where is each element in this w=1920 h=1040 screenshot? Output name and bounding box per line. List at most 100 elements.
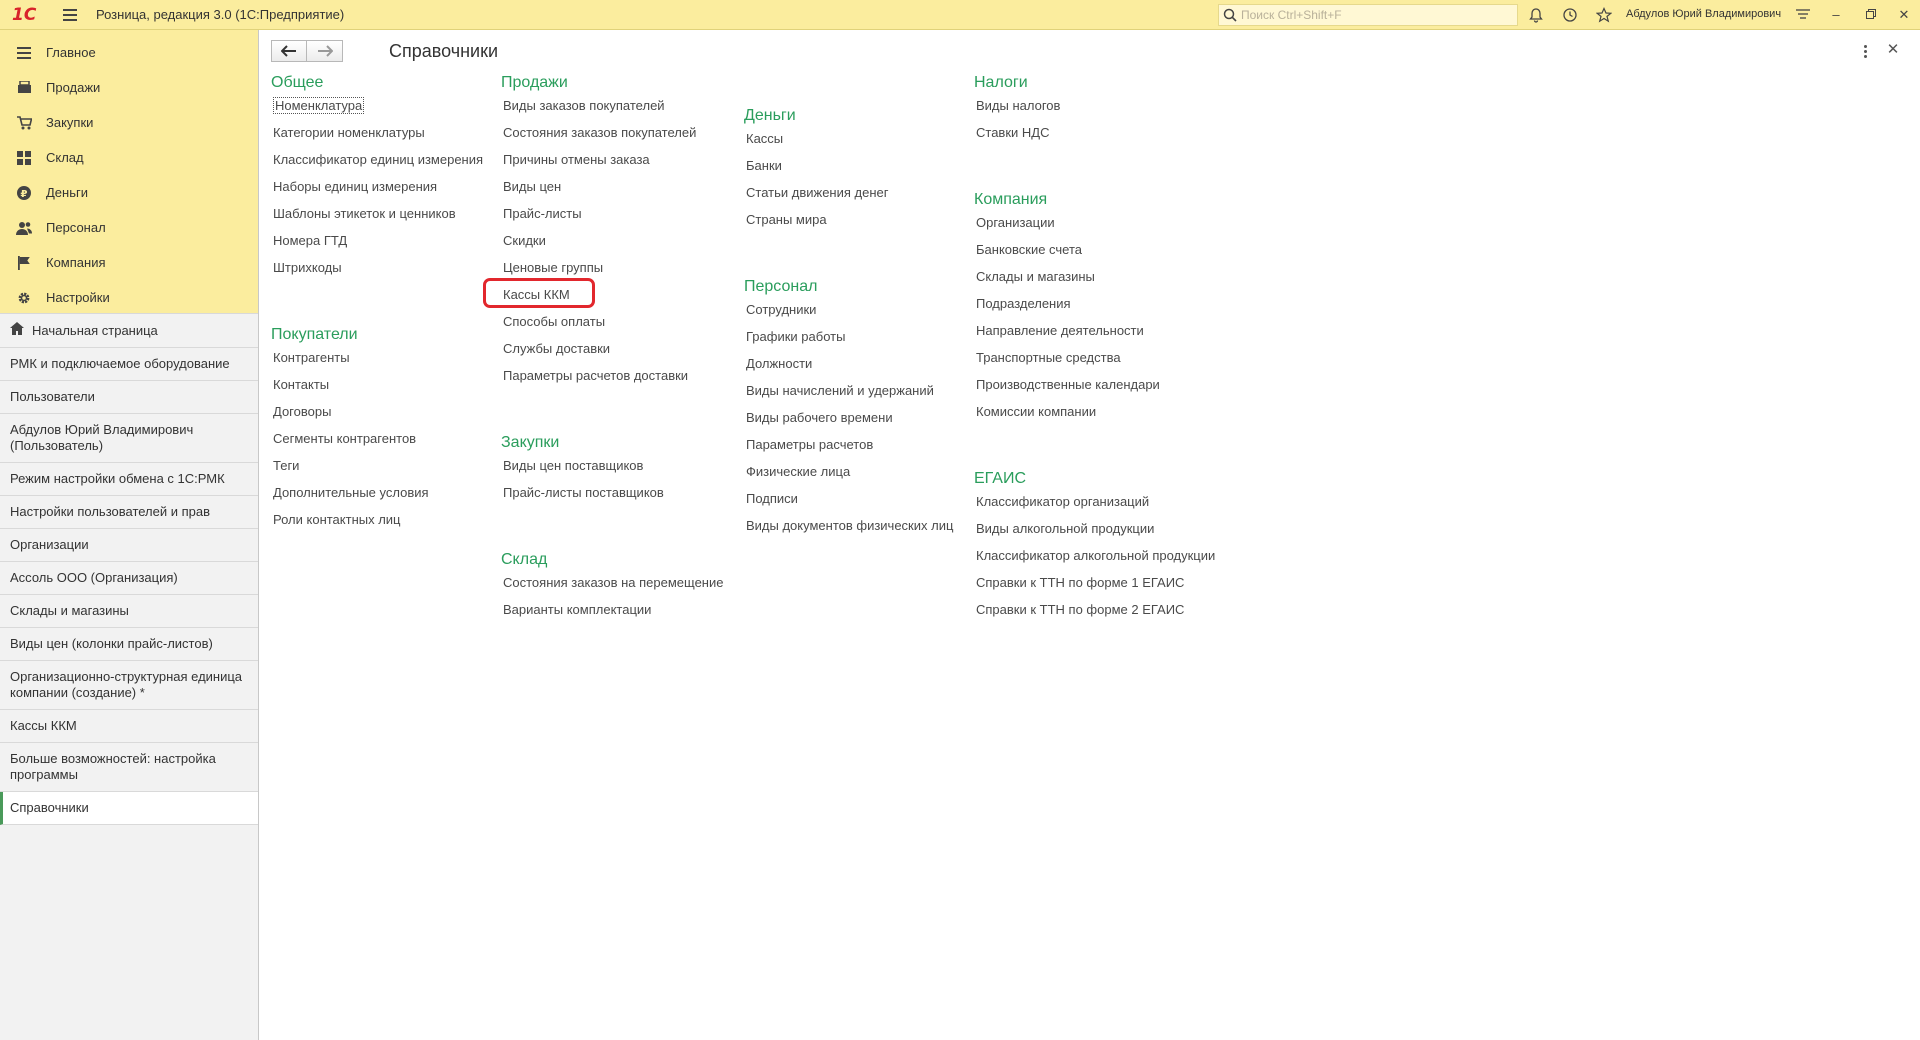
open-window-item[interactable]: Режим настройки обмена с 1С:РМК: [0, 463, 258, 496]
link-item[interactable]: Комиссии компании: [974, 401, 1160, 428]
link-item[interactable]: Кассы: [744, 128, 888, 155]
link-item[interactable]: Штрихкоды: [271, 257, 483, 284]
link-item[interactable]: Сегменты контрагентов: [271, 428, 429, 455]
link-item[interactable]: Теги: [271, 455, 429, 482]
link-item[interactable]: Транспортные средства: [974, 347, 1160, 374]
open-window-item[interactable]: Пользователи: [0, 381, 258, 414]
section-purchases[interactable]: Закупки: [0, 105, 258, 140]
link-item[interactable]: Состояния заказов покупателей: [501, 122, 696, 149]
section-staff[interactable]: Персонал: [0, 210, 258, 245]
link-item[interactable]: Категории номенклатуры: [271, 122, 483, 149]
minimize-window-icon[interactable]: –: [1826, 5, 1846, 25]
link-item[interactable]: Физические лица: [744, 461, 953, 488]
link-item[interactable]: Причины отмены заказа: [501, 149, 696, 176]
section-sales[interactable]: Продажи: [0, 70, 258, 105]
open-window-item[interactable]: Организационно-структурная единица компа…: [0, 661, 258, 710]
open-window-item[interactable]: Настройки пользователей и прав: [0, 496, 258, 529]
link-item[interactable]: Справки к ТТН по форме 1 ЕГАИС: [974, 572, 1215, 599]
link-item[interactable]: Организации: [974, 212, 1160, 239]
link-item[interactable]: Номера ГТД: [271, 230, 483, 257]
group-company: Компания Организации Банковские счета Ск…: [974, 190, 1160, 428]
link-item[interactable]: Роли контактных лиц: [271, 509, 429, 536]
link-item[interactable]: Ценовые группы: [501, 257, 696, 284]
link-item[interactable]: Виды рабочего времени: [744, 407, 953, 434]
link-item[interactable]: Наборы единиц измерения: [271, 176, 483, 203]
link-item[interactable]: Виды документов физических лиц: [744, 515, 953, 542]
link-item[interactable]: Классификатор организаций: [974, 491, 1215, 518]
history-icon[interactable]: [1561, 6, 1579, 24]
link-item[interactable]: Дополнительные условия: [271, 482, 429, 509]
link-item[interactable]: Службы доставки: [501, 338, 696, 365]
link-item[interactable]: Виды алкогольной продукции: [974, 518, 1215, 545]
link-item[interactable]: Подписи: [744, 488, 953, 515]
more-actions-icon[interactable]: [1858, 42, 1872, 60]
link-item[interactable]: Ставки НДС: [974, 122, 1060, 149]
link-item[interactable]: Направление деятельности: [974, 320, 1160, 347]
link-item[interactable]: Контрагенты: [271, 347, 429, 374]
open-window-item[interactable]: Больше возможностей: настройка программы: [0, 743, 258, 792]
group-title: Покупатели: [271, 326, 358, 343]
link-item[interactable]: Договоры: [271, 401, 429, 428]
link-item[interactable]: Параметры расчетов доставки: [501, 365, 696, 392]
money-icon: ₽: [16, 185, 32, 201]
section-warehouse[interactable]: Склад: [0, 140, 258, 175]
open-window-item[interactable]: РМК и подключаемое оборудование: [0, 348, 258, 381]
open-window-item[interactable]: Абдулов Юрий Владимирович (Пользователь): [0, 414, 258, 463]
notifications-bell-icon[interactable]: [1527, 6, 1545, 24]
open-window-item-active[interactable]: Справочники: [0, 792, 258, 825]
restore-window-icon[interactable]: [1861, 5, 1881, 25]
user-name[interactable]: Абдулов Юрий Владимирович: [1626, 8, 1781, 20]
open-window-item[interactable]: Ассоль ООО (Организация): [0, 562, 258, 595]
main-menu-button[interactable]: [60, 5, 80, 25]
link-item[interactable]: Прайс-листы поставщиков: [501, 482, 664, 509]
link-nomenclature[interactable]: Номенклатура: [271, 95, 483, 122]
close-page-icon[interactable]: ✕: [1884, 40, 1902, 60]
link-item[interactable]: Прайс-листы: [501, 203, 696, 230]
link-item[interactable]: Графики работы: [744, 326, 953, 353]
favorites-star-icon[interactable]: [1595, 6, 1613, 24]
link-item[interactable]: Виды заказов покупателей: [501, 95, 696, 122]
section-main[interactable]: Главное: [0, 35, 258, 70]
link-item[interactable]: Скидки: [501, 230, 696, 257]
section-settings[interactable]: Настройки: [0, 280, 258, 315]
forward-button[interactable]: [307, 40, 343, 62]
open-window-item[interactable]: Склады и магазины: [0, 595, 258, 628]
back-button[interactable]: [271, 40, 307, 62]
link-item[interactable]: Производственные календари: [974, 374, 1160, 401]
link-item[interactable]: Классификатор единиц измерения: [271, 149, 483, 176]
link-item[interactable]: Виды налогов: [974, 95, 1060, 122]
open-window-item[interactable]: Виды цен (колонки прайс-листов): [0, 628, 258, 661]
link-item[interactable]: Классификатор алкогольной продукции: [974, 545, 1215, 572]
link-item[interactable]: Склады и магазины: [974, 266, 1160, 293]
link-item[interactable]: Состояния заказов на перемещение: [501, 572, 723, 599]
link-item[interactable]: Справки к ТТН по форме 2 ЕГАИС: [974, 599, 1215, 626]
section-money[interactable]: ₽ Деньги: [0, 175, 258, 210]
link-item[interactable]: Банки: [744, 155, 888, 182]
open-window-item[interactable]: Организации: [0, 529, 258, 562]
open-window-item[interactable]: Кассы ККМ: [0, 710, 258, 743]
open-window-item[interactable]: Начальная страница: [0, 314, 258, 348]
link-item[interactable]: Параметры расчетов: [744, 434, 953, 461]
settings-lines-icon[interactable]: [1794, 6, 1812, 24]
search-icon: [1223, 8, 1237, 22]
home-icon: [10, 322, 24, 339]
link-item[interactable]: Виды начислений и удержаний: [744, 380, 953, 407]
link-item[interactable]: Должности: [744, 353, 953, 380]
link-item[interactable]: Подразделения: [974, 293, 1160, 320]
link-cash-registers[interactable]: Кассы ККМ: [483, 278, 696, 311]
search-box[interactable]: [1218, 4, 1518, 26]
link-item[interactable]: Банковские счета: [974, 239, 1160, 266]
group-egais: ЕГАИС Классификатор организаций Виды алк…: [974, 469, 1215, 626]
link-item[interactable]: Страны мира: [744, 209, 888, 236]
link-item[interactable]: Статьи движения денег: [744, 182, 888, 209]
link-item[interactable]: Способы оплаты: [501, 311, 696, 338]
link-item[interactable]: Шаблоны этикеток и ценников: [271, 203, 483, 230]
link-item[interactable]: Сотрудники: [744, 299, 953, 326]
section-company[interactable]: Компания: [0, 245, 258, 280]
link-item[interactable]: Варианты комплектации: [501, 599, 723, 626]
link-item[interactable]: Виды цен поставщиков: [501, 455, 664, 482]
link-item[interactable]: Контакты: [271, 374, 429, 401]
link-item[interactable]: Виды цен: [501, 176, 696, 203]
close-window-icon[interactable]: ✕: [1894, 5, 1914, 25]
search-input[interactable]: [1241, 8, 1501, 22]
